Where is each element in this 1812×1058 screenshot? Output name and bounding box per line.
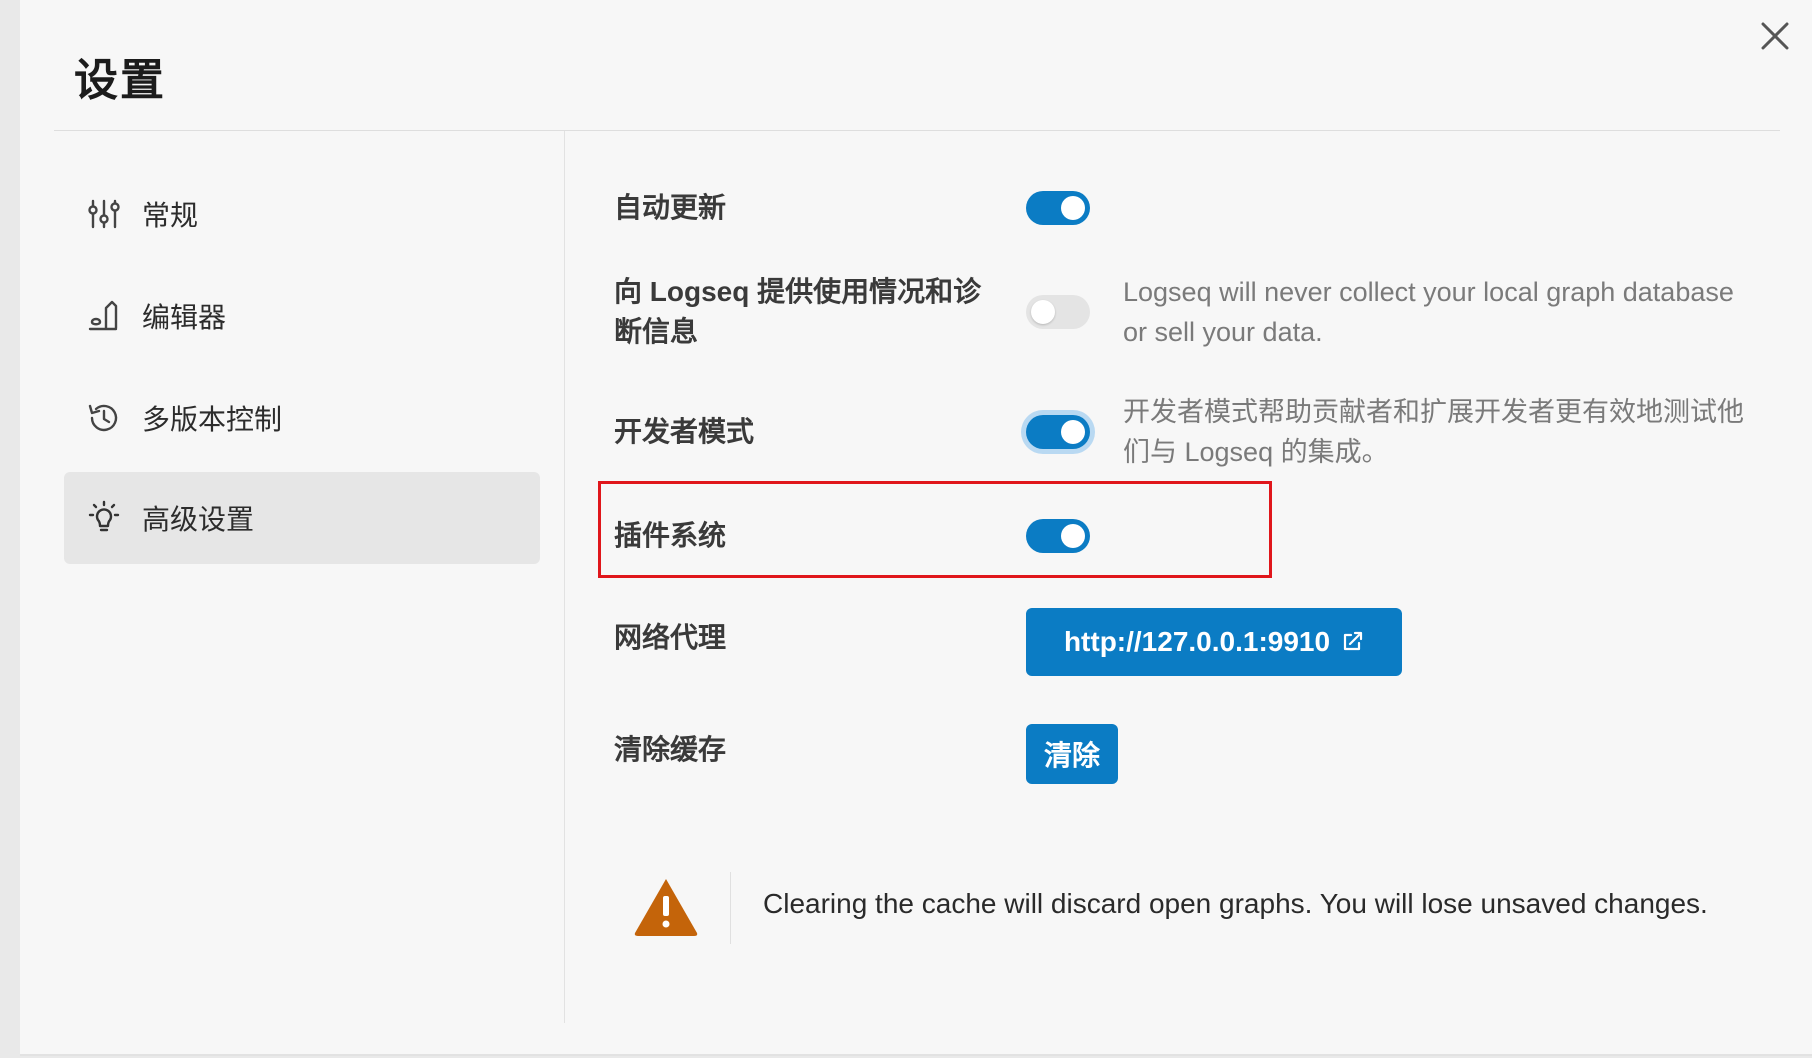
dialog-title: 设置 (74, 56, 166, 105)
plugin-system-label: 插件系统 (614, 520, 727, 551)
telemetry-desc-line1: Logseq will never collect your local gra… (1123, 277, 1734, 307)
toggle-knob (1061, 524, 1085, 548)
telemetry-toggle[interactable] (1026, 295, 1090, 329)
sliders-icon (86, 196, 122, 232)
telemetry-label-line2: 断信息 (614, 316, 699, 347)
sidebar-divider (564, 131, 565, 1023)
proxy-value: http://127.0.0.1:9910 (1063, 626, 1331, 657)
settings-dialog: 设置 常规 编辑器 多版本控制 高级设置 自动更新 向 Logseq 提供使用情… (20, 0, 1812, 1056)
editor-icon (86, 298, 122, 334)
developer-mode-description: 开发者模式帮助贡献者和扩展开发者更有效地测试他 们与 Logseq 的集成。 (1123, 392, 1783, 472)
toggle-knob (1031, 300, 1055, 324)
clear-cache-button[interactable]: 清除 (1026, 724, 1118, 784)
toggle-knob (1061, 420, 1085, 444)
sidebar-item-editor[interactable]: 编辑器 (64, 270, 540, 362)
toggle-knob (1061, 196, 1085, 220)
warning-text: Clearing the cache will discard open gra… (763, 888, 1708, 919)
telemetry-label: 向 Logseq 提供使用情况和诊 断信息 (614, 272, 981, 352)
sidebar-item-label: 编辑器 (142, 302, 227, 333)
auto-update-toggle[interactable] (1026, 191, 1090, 225)
network-proxy-button[interactable]: http://127.0.0.1:9910 (1026, 608, 1402, 676)
warning-divider (730, 872, 731, 944)
developer-mode-toggle[interactable] (1026, 415, 1090, 449)
developer-desc-line2: 们与 Logseq 的集成。 (1123, 437, 1389, 467)
telemetry-description: Logseq will never collect your local gra… (1123, 272, 1783, 352)
sidebar-item-label: 高级设置 (142, 504, 255, 535)
plugin-system-toggle[interactable] (1026, 519, 1090, 553)
clear-cache-label: 清除缓存 (614, 734, 727, 765)
sidebar-item-label: 常规 (142, 200, 199, 231)
sidebar-item-general[interactable]: 常规 (64, 168, 540, 260)
bulb-icon (86, 500, 122, 536)
warning-icon (632, 876, 700, 938)
sidebar-item-advanced[interactable]: 高级设置 (64, 472, 540, 564)
developer-mode-label: 开发者模式 (614, 416, 755, 447)
telemetry-desc-line2: or sell your data. (1123, 317, 1323, 347)
close-icon[interactable] (1755, 16, 1795, 56)
auto-update-label: 自动更新 (614, 192, 727, 223)
network-proxy-label: 网络代理 (614, 622, 727, 653)
history-icon (86, 400, 122, 436)
developer-desc-line1: 开发者模式帮助贡献者和扩展开发者更有效地测试他 (1123, 397, 1744, 427)
header-divider (54, 130, 1780, 131)
sidebar-item-label: 多版本控制 (142, 404, 283, 435)
sidebar-item-version-control[interactable]: 多版本控制 (64, 372, 540, 464)
telemetry-label-line1: 向 Logseq 提供使用情况和诊 (614, 276, 982, 307)
external-edit-icon (1340, 630, 1364, 654)
